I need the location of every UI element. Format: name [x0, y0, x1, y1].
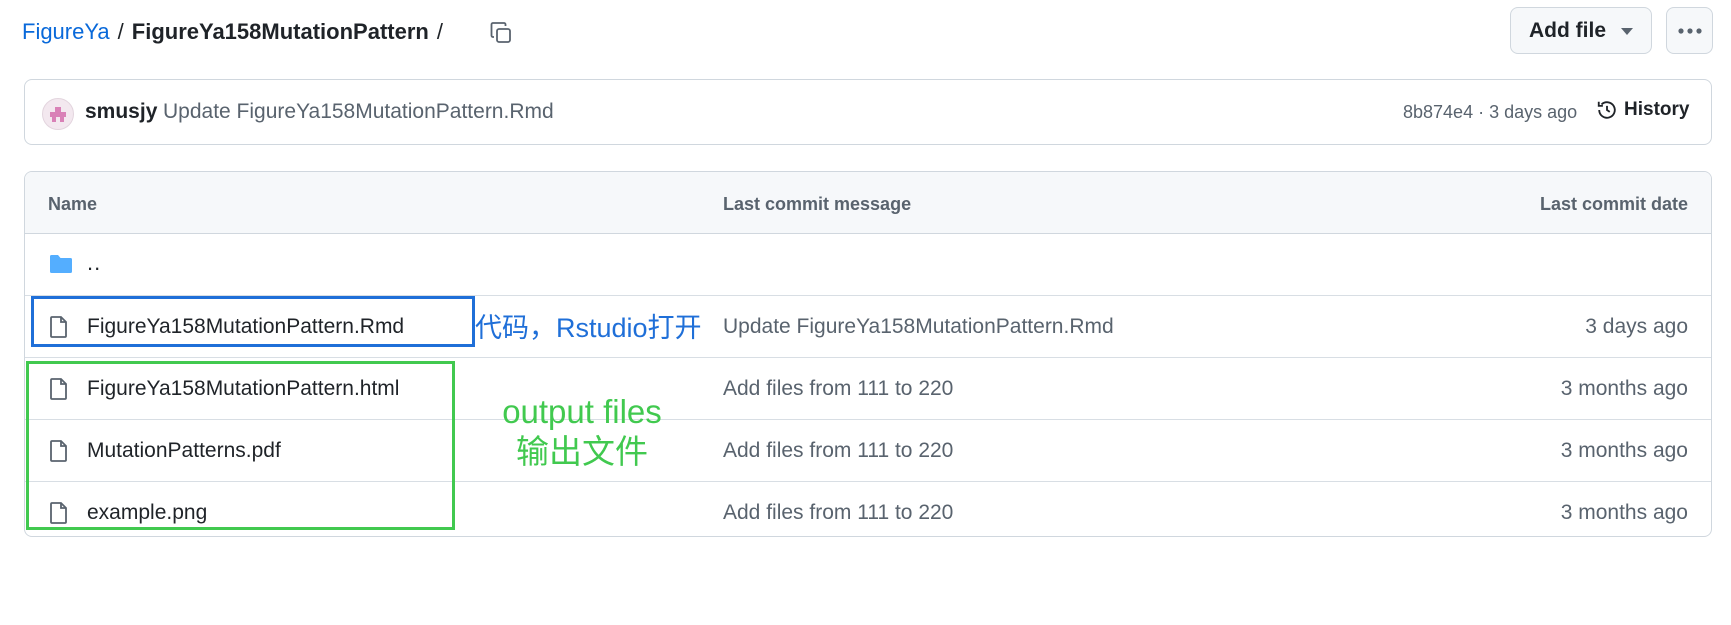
copy-icon: [490, 22, 511, 43]
history-icon: [1597, 101, 1616, 119]
file-commit-message[interactable]: Add files from 111 to 220: [723, 377, 953, 401]
folder-icon: [50, 255, 72, 273]
annotation-output-line1: output files: [502, 393, 662, 430]
file-commit-message[interactable]: Add files from 111 to 220: [723, 501, 953, 525]
annotation-output-line2: 输出文件: [516, 433, 648, 470]
annotation-output-note: output files 输出文件: [492, 392, 672, 472]
parent-directory-row[interactable]: ..: [25, 234, 1711, 296]
add-file-label: Add file: [1529, 18, 1606, 42]
column-header-name: Name: [48, 194, 98, 214]
file-commit-date: 3 days ago: [1585, 315, 1688, 338]
more-options-button[interactable]: [1666, 7, 1713, 54]
column-header-date: Last commit date: [1539, 194, 1688, 214]
breadcrumb-separator: /: [117, 19, 124, 44]
file-commit-message[interactable]: Add files from 111 to 220: [723, 439, 953, 463]
column-header-message: Last commit message: [723, 194, 912, 214]
annotation-code-box: [31, 296, 475, 347]
history-button[interactable]: History: [1596, 99, 1689, 121]
identicon-icon: [50, 107, 66, 122]
table-header: Name Last commit message Last commit dat…: [25, 172, 1711, 234]
chevron-down-icon: [1621, 28, 1633, 35]
breadcrumb-root-link[interactable]: FigureYa: [22, 19, 110, 45]
commit-author[interactable]: smusjy: [85, 100, 157, 124]
latest-commit-bar: smusjy Update FigureYa158MutationPattern…: [24, 79, 1712, 145]
history-label: History: [1624, 99, 1690, 120]
commit-message[interactable]: Update FigureYa158MutationPattern.Rmd: [163, 100, 554, 124]
breadcrumb: FigureYa / FigureYa158MutationPattern /: [22, 14, 451, 50]
parent-directory-link[interactable]: ..: [87, 250, 101, 276]
breadcrumb-current: FigureYa158MutationPattern: [131, 19, 429, 44]
kebab-horizontal-icon: [1677, 27, 1702, 34]
add-file-button[interactable]: Add file: [1510, 7, 1652, 54]
file-commit-date: 3 months ago: [1560, 501, 1688, 524]
file-commit-date: 3 months ago: [1560, 377, 1688, 400]
commit-meta[interactable]: 8b874e4 · 3 days ago: [1403, 102, 1577, 123]
file-commit-message[interactable]: Update FigureYa158MutationPattern.Rmd: [723, 315, 1114, 339]
copy-path-button[interactable]: [484, 16, 518, 50]
annotation-output-box: [26, 361, 455, 530]
file-commit-date: 3 months ago: [1560, 439, 1688, 462]
avatar[interactable]: [42, 98, 74, 130]
annotation-code-note: 代码，Rstudio打开: [475, 313, 702, 343]
breadcrumb-trailing-separator: /: [436, 19, 443, 44]
